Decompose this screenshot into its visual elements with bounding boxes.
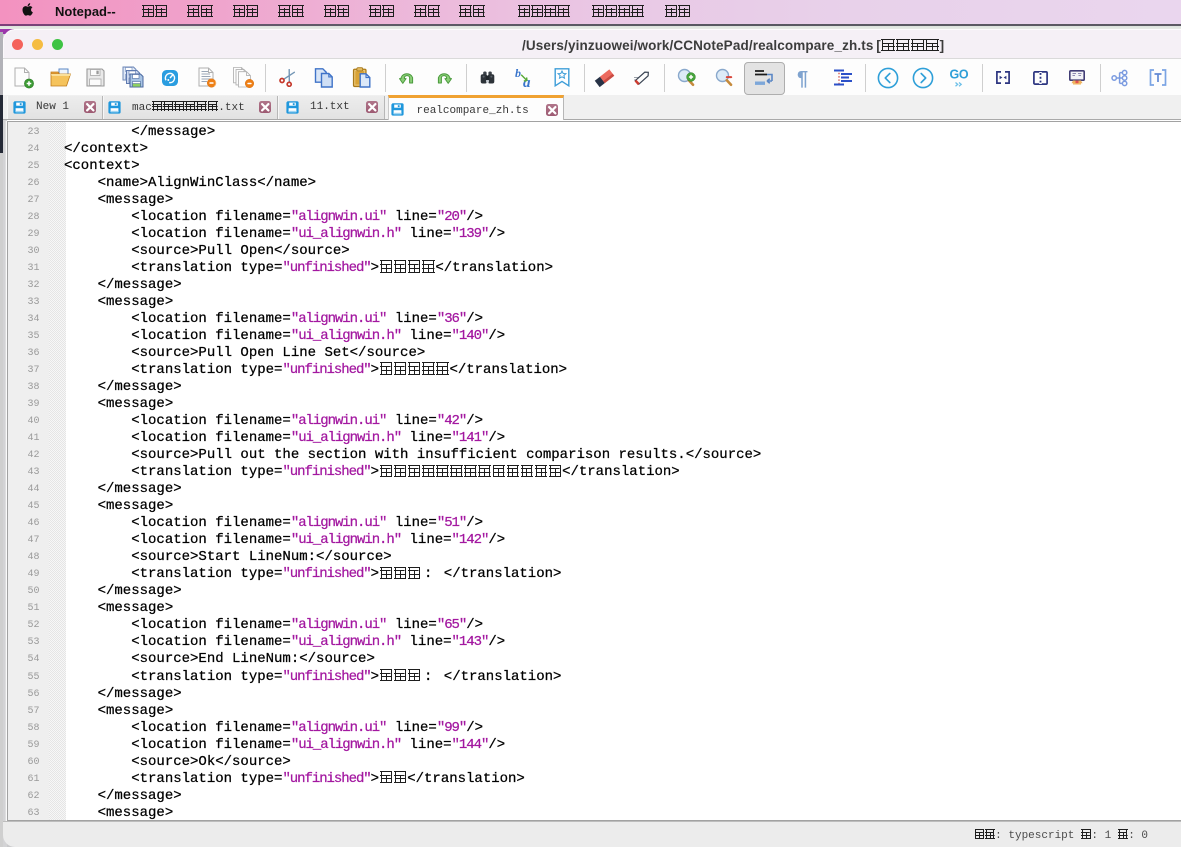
svg-text:b: b [515, 68, 521, 80]
svg-text:GO: GO [949, 68, 968, 82]
svg-text:¶: ¶ [797, 68, 808, 88]
